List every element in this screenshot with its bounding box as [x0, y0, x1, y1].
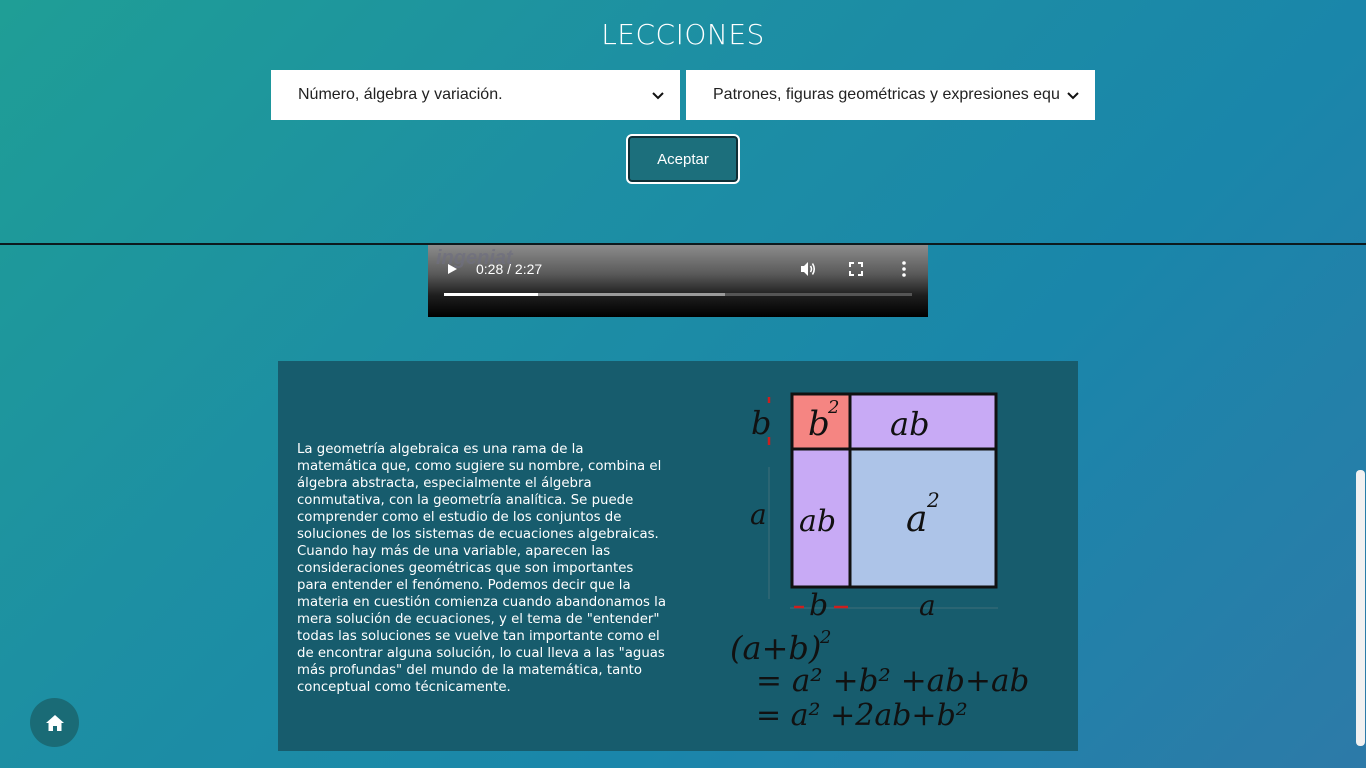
- equation-line-3: = a² +2ab+b²: [756, 698, 968, 733]
- cell-ab-left: ab: [799, 504, 836, 539]
- home-icon: [45, 714, 64, 731]
- video-player[interactable]: ingeniat 0:28 / 2:27: [428, 245, 928, 317]
- cell-b2-base: b: [808, 404, 830, 444]
- side-label-b: b: [751, 404, 771, 442]
- equation-line-1: (a+b): [730, 629, 821, 667]
- video-played-bar: [444, 293, 538, 296]
- scrollbar-thumb[interactable]: [1356, 470, 1365, 746]
- home-button[interactable]: [30, 698, 79, 747]
- binomial-square-figure: b a b 2 ab ab a 2 b a (a+b) 2 = a² +b² +…: [730, 392, 1029, 733]
- chevron-down-icon: [1067, 92, 1079, 100]
- fullscreen-button[interactable]: [846, 259, 866, 279]
- video-time: 0:28 / 2:27: [476, 261, 543, 277]
- volume-icon: [801, 262, 816, 276]
- cell-ab-top: ab: [890, 405, 930, 443]
- area-select[interactable]: Número, álgebra y variación.: [271, 70, 680, 120]
- chevron-down-icon: [652, 92, 664, 100]
- side-label-a: a: [750, 498, 767, 531]
- topic-select[interactable]: Patrones, figuras geométricas y expresio…: [686, 70, 1095, 120]
- video-progress-track[interactable]: [444, 293, 912, 296]
- page-title: LECCIONES: [601, 18, 765, 51]
- bottom-label-b: b: [809, 588, 828, 623]
- more-vertical-icon: [902, 261, 906, 277]
- play-icon: [448, 264, 457, 274]
- accept-button[interactable]: Aceptar: [626, 134, 740, 184]
- volume-button[interactable]: [798, 259, 818, 279]
- more-options-button[interactable]: [894, 259, 914, 279]
- cell-a2-base: a: [906, 499, 927, 540]
- lesson-paragraph: La geometría algebraica es una rama de l…: [297, 442, 666, 695]
- cell-a2-exp: 2: [926, 488, 940, 512]
- equation-line-1-exp: 2: [819, 627, 831, 648]
- cell-b2-exp: 2: [827, 397, 839, 418]
- topic-select-value: Patrones, figuras geométricas y expresio…: [713, 86, 1059, 103]
- fullscreen-icon: [849, 262, 863, 276]
- lesson-panel: La geometría algebraica es una rama de l…: [278, 361, 1078, 751]
- play-button[interactable]: [442, 259, 462, 279]
- equation-line-2: = a² +b² +ab+ab: [756, 663, 1029, 699]
- area-select-value: Número, álgebra y variación.: [298, 86, 503, 103]
- bottom-label-a: a: [919, 589, 936, 622]
